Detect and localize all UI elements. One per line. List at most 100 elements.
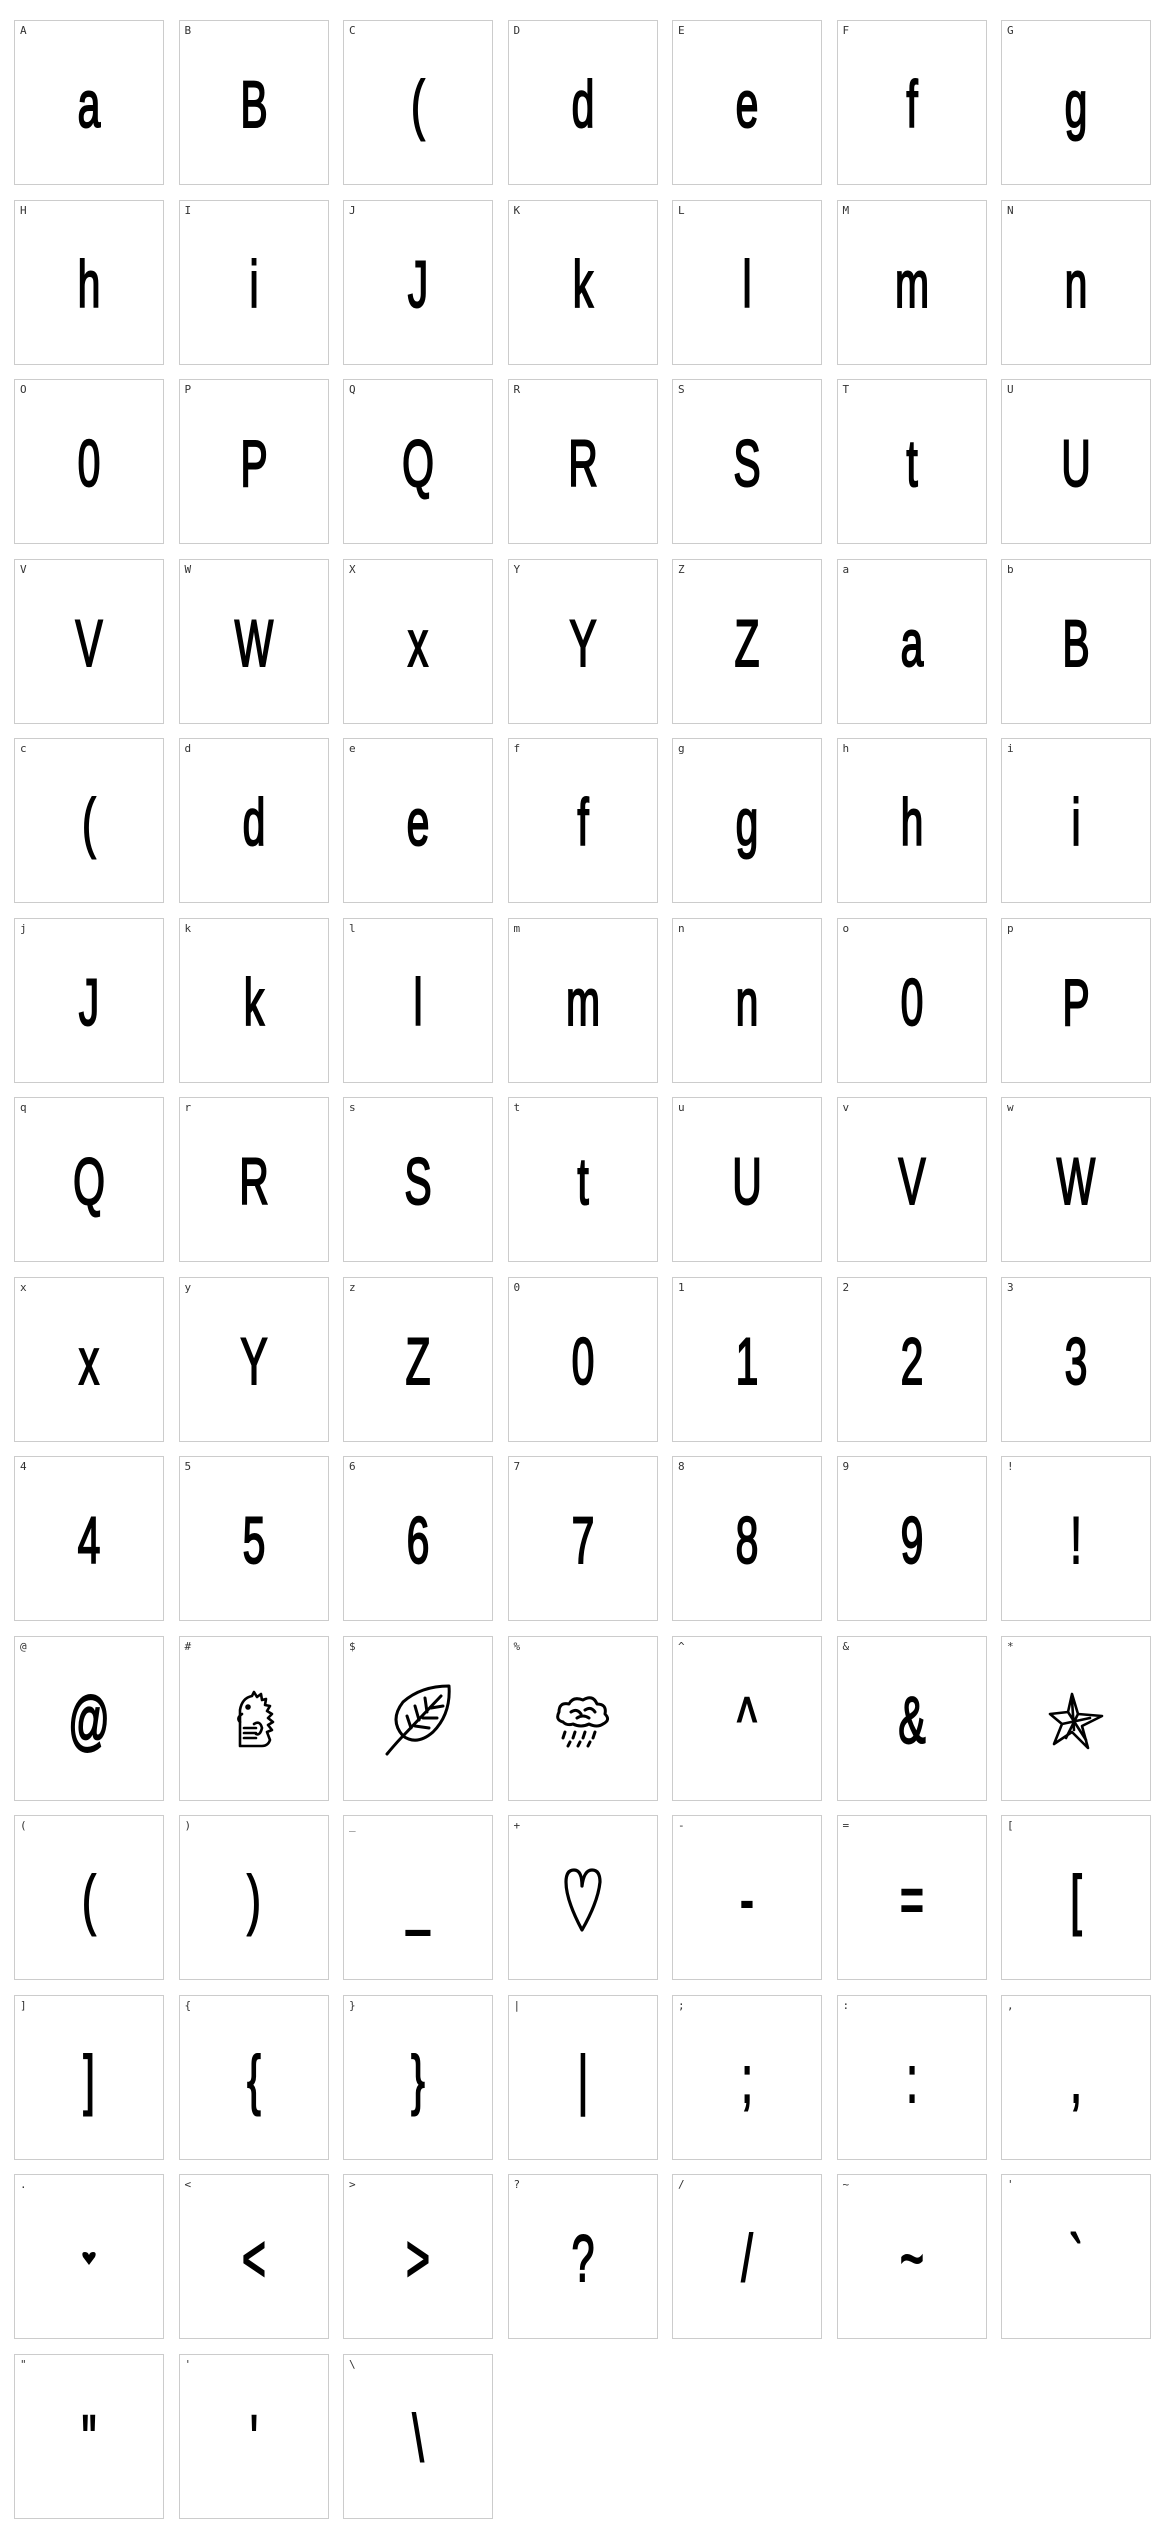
glyph-label: / (678, 2178, 685, 2191)
glyph-label: l (349, 921, 356, 935)
glyph-sample: n (735, 964, 759, 1039)
glyph-cell: / / (672, 2174, 822, 2339)
glyph-sample: f (576, 785, 589, 859)
glyph-sample: : (905, 2041, 918, 2116)
glyph-sample: | (577, 2041, 589, 2116)
glyph-sample: _ (406, 1862, 430, 1936)
glyph-label: t (513, 1101, 521, 1114)
glyph-label: N (1007, 203, 1014, 217)
glyph-sample: k (243, 964, 265, 1039)
glyph-cell: yY (178, 1276, 329, 1442)
glyph-cell: ii (1001, 738, 1151, 903)
glyph-label: x (20, 1280, 27, 1294)
glyph-cell: 77 (507, 1456, 658, 1621)
glyph-sample: 4 (77, 1503, 101, 1577)
rain-cloud-icon (537, 1645, 629, 1795)
glyph-label: p (1007, 921, 1014, 935)
glyph-label: @ (20, 1639, 27, 1653)
glyph-label: $ (349, 1639, 356, 1653)
glyph-cell: | | (507, 1994, 658, 2160)
glyph-sample: h (899, 785, 923, 859)
glyph-label: c (20, 742, 27, 755)
glyph-sample: g (1064, 67, 1088, 141)
glyph-label: % (513, 1639, 521, 1653)
glyph-cell: # (178, 1635, 329, 1801)
glyph-sample: ( (82, 785, 97, 859)
glyph-label: U (1007, 383, 1014, 396)
glyph-label: ; (678, 1998, 685, 2012)
glyph-label: O (20, 383, 27, 396)
glyph-sample: ) (246, 1862, 261, 1936)
glyph-cell: Xx (343, 558, 493, 724)
glyph-cell: Nn (1001, 199, 1151, 365)
glyph-sample: d (570, 67, 594, 141)
glyph-sample: , (1070, 2041, 1083, 2116)
glyph-sample: Q (72, 1144, 105, 1218)
glyph-sample: Y (239, 1323, 268, 1398)
glyph-label: \ (349, 2357, 356, 2371)
glyph-sample: P (239, 426, 268, 500)
glyph-cell: 33 (1001, 1276, 1151, 1442)
glyph-label: b (1007, 562, 1014, 576)
glyph-grid: Aa B B C(Dd Ee Ff Gg Hh Ii J J Kk Ll Mm Nn O 0 P P Q Q R R S S Tt… (14, 20, 1154, 2519)
glyph-cell: Ee (672, 20, 822, 185)
glyph-label: # (184, 1639, 192, 1653)
glyph-cell: mm (507, 917, 658, 1083)
glyph-label: z (349, 1280, 356, 1294)
glyph-label: ! (1007, 1460, 1014, 1473)
glyph-cell: ^ ^ (672, 1635, 822, 1801)
glyph-label: B (184, 24, 192, 37)
glyph-cell: + (507, 1815, 658, 1980)
glyph-cell: $ (343, 1635, 493, 1801)
glyph-sample: U (732, 1144, 763, 1218)
glyph-cell: Aa (14, 20, 164, 185)
glyph-label: d (184, 742, 192, 755)
glyph-label: k (184, 921, 192, 935)
glyph-cell: tt (507, 1097, 658, 1262)
glyph-sample: d (241, 785, 265, 859)
glyph-label: G (1007, 24, 1014, 37)
glyph-label: . (20, 2178, 27, 2191)
glyph-sample: ? (570, 2221, 594, 2295)
glyph-label: v (842, 1101, 850, 1114)
glyph-sample: ( (82, 1862, 97, 1936)
glyph-label: } (349, 1998, 356, 2012)
glyph-sample: ; (741, 2041, 754, 2116)
glyph-cell: " " (14, 2353, 164, 2519)
glyph-cell: VV (14, 558, 164, 724)
glyph-cell: uU (672, 1097, 822, 1262)
glyph-cell: 55 (178, 1456, 329, 1621)
glyph-label: 2 (842, 1280, 850, 1294)
glyph-cell: ?? (507, 2174, 658, 2339)
glyph-sample: } (411, 2041, 426, 2116)
glyph-cell: ff (507, 738, 658, 903)
glyph-label: & (842, 1639, 850, 1653)
glyph-sample: W (234, 605, 274, 680)
glyph-label: ' (1007, 2178, 1014, 2191)
glyph-sample: 2 (899, 1323, 923, 1398)
glyph-sample: J (407, 246, 429, 321)
glyph-label: u (678, 1101, 685, 1114)
leaf-icon (372, 1645, 464, 1795)
glyph-cell: xx (14, 1276, 164, 1442)
glyph-label: 1 (678, 1280, 685, 1294)
glyph-label: ^ (678, 1639, 685, 1653)
glyph-label: = (842, 1819, 850, 1832)
glyph-sample: k (572, 246, 594, 321)
glyph-label: A (20, 24, 27, 37)
glyph-label: | (513, 1998, 521, 2012)
glyph-sample: ^ (737, 1682, 757, 1757)
glyph-cell: Ii (178, 199, 329, 365)
glyph-cell: jJ (14, 917, 164, 1083)
glyph-sample: ~ (899, 2221, 924, 2295)
star-icon (1030, 1645, 1122, 1795)
glyph-label: 9 (842, 1460, 850, 1473)
glyph-label: Y (513, 562, 521, 576)
glyph-sample: t (905, 426, 918, 500)
glyph-sample: S (733, 426, 762, 500)
glyph-cell: {{ (178, 1994, 329, 2160)
glyph-sample: m (565, 964, 600, 1039)
glyph-label: 6 (349, 1460, 356, 1473)
glyph-cell: BB (178, 20, 329, 185)
glyph-cell: Tt (836, 379, 987, 544)
